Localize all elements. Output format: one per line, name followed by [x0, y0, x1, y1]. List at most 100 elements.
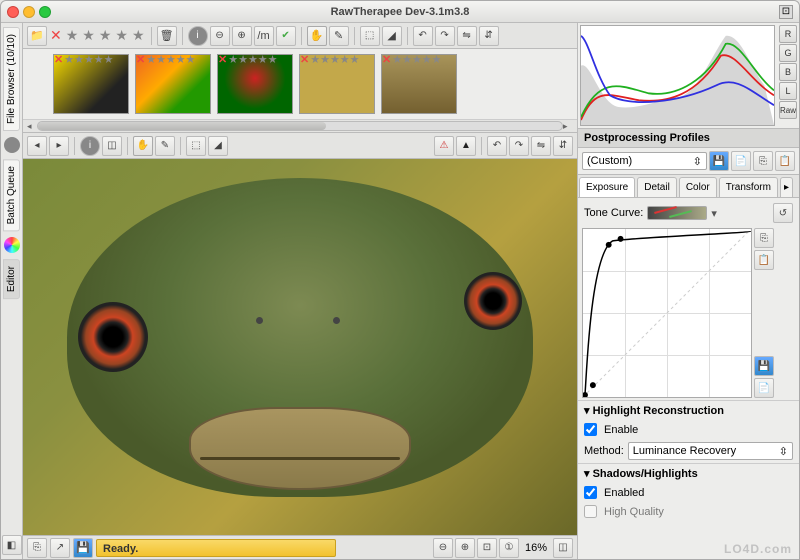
straighten-tool-button[interactable]: ◢ — [382, 26, 402, 46]
zoom-out-browser-button[interactable]: ⊖ — [210, 26, 230, 46]
profile-select[interactable]: (Custom)⇳ — [582, 152, 707, 170]
zoom-100-button[interactable]: ① — [499, 538, 519, 558]
crop-tool-button[interactable]: ⬚ — [360, 26, 380, 46]
thumbnail[interactable]: ✕★★★★★ — [299, 54, 375, 114]
nav-fwd-button[interactable]: ▸ — [49, 136, 69, 156]
rotate-left-button[interactable]: ↶ — [413, 26, 433, 46]
tonecurve-reset-button[interactable]: ↺ — [773, 203, 793, 223]
info-toggle-button[interactable]: i — [80, 136, 100, 156]
rotate-left-button-2[interactable]: ↶ — [487, 136, 507, 156]
straighten-button[interactable]: ◢ — [208, 136, 228, 156]
hand-tool-button-2[interactable]: ✋ — [133, 136, 153, 156]
highlight-recon-header[interactable]: ▾ Highlight Reconstruction — [578, 400, 799, 420]
tone-curve-editor[interactable] — [582, 228, 752, 398]
tab-transform[interactable]: Transform — [719, 177, 778, 197]
curve-paste-button[interactable]: 📋 — [754, 250, 774, 270]
thumb-unrate-icon[interactable]: ✕ — [218, 53, 227, 66]
thumb-star[interactable]: ★★★★★ — [64, 53, 113, 66]
hand-tool-button[interactable]: ✋ — [307, 26, 327, 46]
rate-1-star[interactable]: ★ — [65, 27, 80, 44]
profile-save-button[interactable]: 💾 — [709, 151, 729, 171]
thumb-unrate-icon[interactable]: ✕ — [136, 53, 145, 66]
histo-b-button[interactable]: B — [779, 63, 797, 81]
profile-copy-button[interactable]: ⎘ — [753, 151, 773, 171]
hl-method-select[interactable]: Luminance Recovery⇳ — [628, 442, 793, 460]
queue-button[interactable]: ⎘ — [27, 538, 47, 558]
zoom-fit-button[interactable]: ⊡ — [477, 538, 497, 558]
tab-exposure[interactable]: Exposure — [579, 177, 635, 197]
scroll-left-button[interactable]: ◂ — [27, 121, 37, 132]
picker-tool-button[interactable]: ✎ — [329, 26, 349, 46]
shadow-clip-button[interactable]: ▲ — [456, 136, 476, 156]
curve-save-button[interactable]: 💾 — [754, 356, 774, 376]
histo-r-button[interactable]: R — [779, 25, 797, 43]
tab-color[interactable]: Color — [679, 177, 717, 197]
flip-v-button[interactable]: ⇵ — [479, 26, 499, 46]
toggle-left-panel-button[interactable]: ◧ — [2, 535, 22, 555]
shadows-highlights-header[interactable]: ▾ Shadows/Highlights — [578, 463, 799, 483]
rate-2-star[interactable]: ★ — [81, 27, 96, 44]
tab-detail[interactable]: Detail — [637, 177, 677, 197]
zoom-out-button[interactable]: ⊖ — [433, 538, 453, 558]
new-detail-window-button[interactable]: ◫ — [553, 538, 573, 558]
trash-button[interactable]: 🗑 — [157, 26, 177, 46]
checkmark-button[interactable]: ✔ — [276, 26, 296, 46]
tab-overflow[interactable]: ▸ — [780, 177, 793, 197]
info-button[interactable]: i — [188, 26, 208, 46]
thumb-star[interactable]: ★★★★★ — [392, 53, 441, 66]
flip-v-button-2[interactable]: ⇵ — [553, 136, 573, 156]
before-after-button[interactable]: ◫ — [102, 136, 122, 156]
rate-5-star[interactable]: ★ — [131, 27, 146, 44]
window-zoom-button[interactable] — [39, 6, 51, 18]
save-button[interactable]: 💾 — [73, 538, 93, 558]
thumb-star[interactable]: ★★★★★ — [310, 53, 359, 66]
rotate-right-button[interactable]: ↷ — [435, 26, 455, 46]
scroll-right-button[interactable]: ▸ — [563, 121, 573, 132]
wb-picker-button[interactable]: ✎ — [155, 136, 175, 156]
flip-h-button[interactable]: ⇋ — [457, 26, 477, 46]
nav-back-button[interactable]: ◂ — [27, 136, 47, 156]
sh-hq-checkbox[interactable] — [584, 505, 597, 518]
window-close-button[interactable] — [7, 6, 19, 18]
curve-copy-button[interactable]: ⎘ — [754, 228, 774, 248]
image-viewport[interactable] — [23, 159, 577, 535]
tab-batch-queue[interactable]: Batch Queue — [3, 159, 20, 231]
histo-g-button[interactable]: G — [779, 44, 797, 62]
unrate-button[interactable]: ✕ — [49, 27, 63, 44]
profile-paste-button[interactable]: 📋 — [775, 151, 795, 171]
curve-load-button[interactable]: 📄 — [754, 378, 774, 398]
zoom-in-browser-button[interactable]: ⊕ — [232, 26, 252, 46]
scroll-thumb[interactable] — [38, 122, 326, 130]
window-minimize-button[interactable] — [23, 6, 35, 18]
rate-4-star[interactable]: ★ — [114, 27, 129, 44]
thumb-unrate-icon[interactable]: ✕ — [382, 53, 391, 66]
tonecurve-type-select[interactable] — [647, 206, 707, 220]
chevron-down-icon[interactable]: ▾ — [711, 207, 717, 220]
thumbnail[interactable]: ✕★★★★★ — [53, 54, 129, 114]
thumb-scrollbar[interactable]: ◂ ▸ — [23, 119, 577, 133]
thumb-unrate-icon[interactable]: ✕ — [54, 53, 63, 66]
ab-button[interactable]: /m — [254, 26, 274, 46]
tab-editor[interactable]: Editor — [3, 259, 20, 299]
thumb-unrate-icon[interactable]: ✕ — [300, 53, 309, 66]
thumb-star[interactable]: ★★★★★ — [146, 53, 195, 66]
histo-l-button[interactable]: L — [779, 82, 797, 100]
histo-raw-button[interactable]: Raw — [779, 101, 797, 119]
zoom-in-button[interactable]: ⊕ — [455, 538, 475, 558]
rotate-right-button-2[interactable]: ↷ — [509, 136, 529, 156]
thumbnail[interactable]: ✕★★★★★ — [217, 54, 293, 114]
rate-3-star[interactable]: ★ — [98, 27, 113, 44]
crop-button[interactable]: ⬚ — [186, 136, 206, 156]
profile-load-button[interactable]: 📄 — [731, 151, 751, 171]
hl-enable-checkbox[interactable] — [584, 423, 597, 436]
thumbnail[interactable]: ✕★★★★★ — [135, 54, 211, 114]
thumb-star[interactable]: ★★★★★ — [228, 53, 277, 66]
folder-button[interactable]: 📁 — [27, 26, 47, 46]
flip-h-button-2[interactable]: ⇋ — [531, 136, 551, 156]
sh-enabled-checkbox[interactable] — [584, 486, 597, 499]
window-maximize-button[interactable]: ⊡ — [779, 5, 793, 19]
thumbnail[interactable]: ✕★★★★★ — [381, 54, 457, 114]
send-to-button[interactable]: ↗ — [50, 538, 70, 558]
tab-file-browser[interactable]: File Browser (10/10) — [3, 27, 20, 131]
scroll-track[interactable] — [37, 121, 563, 131]
